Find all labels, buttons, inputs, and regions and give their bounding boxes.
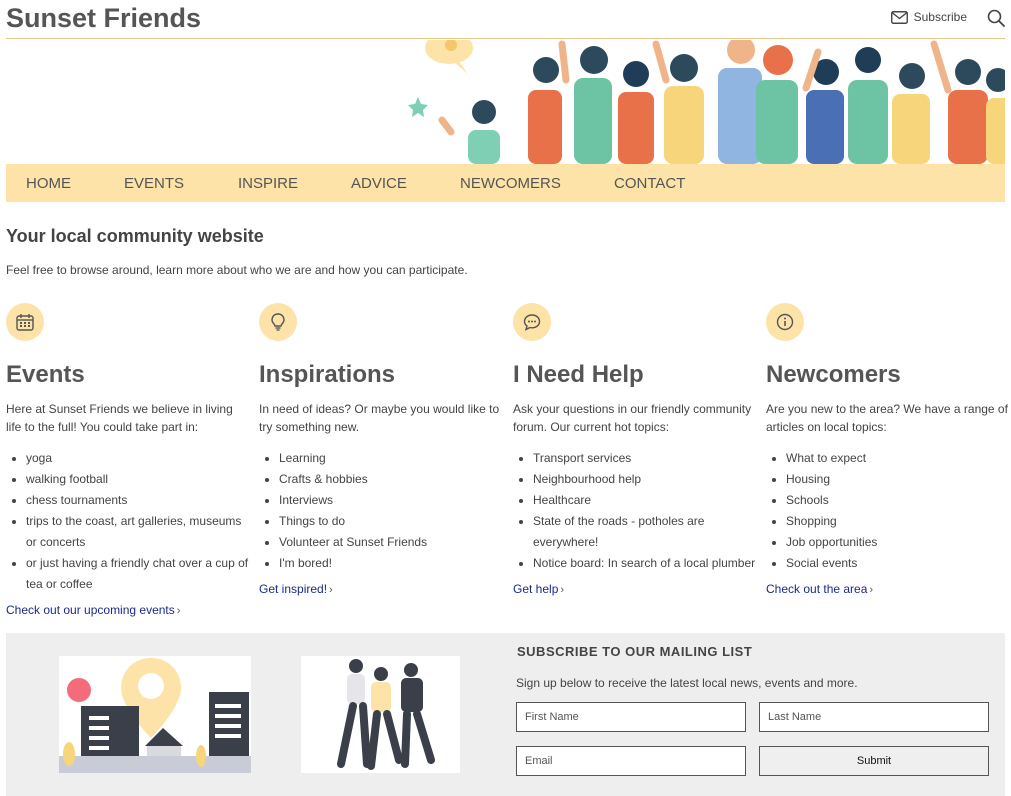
list-item: Transport services (533, 448, 758, 469)
list-item: Notice board: In search of a local plumb… (533, 553, 758, 574)
nav-item-advice[interactable]: ADVICE (351, 175, 407, 192)
list-item: Volunteer at Sunset Friends (279, 532, 504, 553)
column-title: I Need Help (513, 361, 644, 388)
column-text: Here at Sunset Friends we believe in liv… (6, 402, 233, 434)
help-link[interactable]: Get help › (513, 582, 564, 596)
town-illustration (59, 656, 251, 773)
column-list: yoga walking football chess tournaments … (6, 448, 251, 595)
hero-banner (6, 40, 1005, 164)
chevron-right-icon: › (329, 584, 333, 596)
intro-title: Your local community website (6, 226, 264, 246)
info-icon (766, 303, 804, 341)
email-field[interactable] (516, 746, 746, 776)
crowd-illustration (408, 40, 1005, 164)
column-title: Newcomers (766, 361, 901, 388)
list-item: or just having a friendly chat over a cu… (26, 553, 251, 595)
column-list: Transport services Neighbourhood help He… (513, 448, 758, 574)
list-item: Healthcare (533, 490, 758, 511)
link-label: Get inspired! (259, 582, 328, 596)
column-title: Inspirations (259, 361, 396, 388)
nav-item-events[interactable]: EVENTS (124, 175, 184, 192)
chevron-right-icon: › (560, 584, 565, 596)
mailing-title: SUBSCRIBE TO OUR MAILING LIST (517, 644, 753, 659)
list-item: Job opportunities (786, 532, 1011, 553)
mailing-text: Sign up below to receive the latest loca… (516, 676, 858, 690)
chevron-right-icon: › (869, 584, 874, 596)
submit-button[interactable]: Submit (759, 746, 989, 776)
column-text: Ask your questions in our friendly commu… (513, 402, 752, 434)
column-text: In need of ideas? Or maybe you would lik… (259, 402, 500, 434)
list-item: State of the roads - potholes are everyw… (533, 511, 758, 553)
calendar-icon (6, 303, 44, 341)
column-list: What to expect Housing Schools Shopping … (766, 448, 1011, 574)
nav-item-newcomers[interactable]: NEWCOMERS (460, 175, 561, 192)
list-item: Neighbourhood help (533, 469, 758, 490)
link-label: Get help (513, 582, 559, 596)
column-text: Are you new to the area? We have a range… (766, 402, 1008, 434)
list-item: trips to the coast, art galleries, museu… (26, 511, 251, 553)
column-list: Learning Crafts & hobbies Interviews Thi… (259, 448, 504, 574)
search-icon[interactable] (987, 9, 1005, 27)
list-item: Housing (786, 469, 1011, 490)
list-item: I'm bored! (279, 553, 504, 574)
subscribe-link[interactable]: Subscribe (890, 10, 967, 24)
events-column: Events Here at Sunset Friends we believe… (6, 303, 251, 619)
help-column: I Need Help Ask your questions in our fr… (513, 303, 758, 598)
nav-item-contact[interactable]: CONTACT (614, 175, 685, 192)
friends-illustration (301, 656, 460, 773)
area-link[interactable]: Check out the area › (766, 582, 873, 596)
intro-text: Feel free to browse around, learn more a… (6, 263, 468, 277)
link-label: Check out our upcoming events (6, 603, 175, 617)
events-link[interactable]: Check out our upcoming events › (6, 603, 180, 617)
mail-icon (890, 10, 908, 24)
main-nav: HOME EVENTS INSPIRE ADVICE NEWCOMERS CON… (6, 164, 1005, 202)
list-item: yoga (26, 448, 251, 469)
list-item: Social events (786, 553, 1011, 574)
nav-item-inspire[interactable]: INSPIRE (238, 175, 298, 192)
site-header: Sunset Friends Subscribe (6, 0, 1005, 39)
lightbulb-icon (259, 303, 297, 341)
list-item: Schools (786, 490, 1011, 511)
list-item: Shopping (786, 511, 1011, 532)
chevron-right-icon: › (176, 605, 181, 617)
list-item: walking football (26, 469, 251, 490)
inspired-link[interactable]: Get inspired! › (259, 582, 333, 596)
chat-bubble-icon (513, 303, 551, 341)
subscribe-label: Subscribe (913, 10, 967, 24)
list-item: chess tournaments (26, 490, 251, 511)
list-item: What to expect (786, 448, 1011, 469)
list-item: Learning (279, 448, 504, 469)
list-item: Things to do (279, 511, 504, 532)
list-item: Interviews (279, 490, 504, 511)
last-name-field[interactable] (759, 702, 989, 732)
first-name-field[interactable] (516, 702, 746, 732)
site-title[interactable]: Sunset Friends (6, 3, 201, 34)
mailing-list-section: SUBSCRIBE TO OUR MAILING LIST Sign up be… (6, 633, 1005, 796)
column-title: Events (6, 361, 85, 388)
newcomers-column: Newcomers Are you new to the area? We ha… (766, 303, 1011, 598)
link-label: Check out the area (766, 582, 868, 596)
inspirations-column: Inspirations In need of ideas? Or maybe … (259, 303, 504, 598)
nav-item-home[interactable]: HOME (26, 175, 71, 192)
list-item: Crafts & hobbies (279, 469, 504, 490)
